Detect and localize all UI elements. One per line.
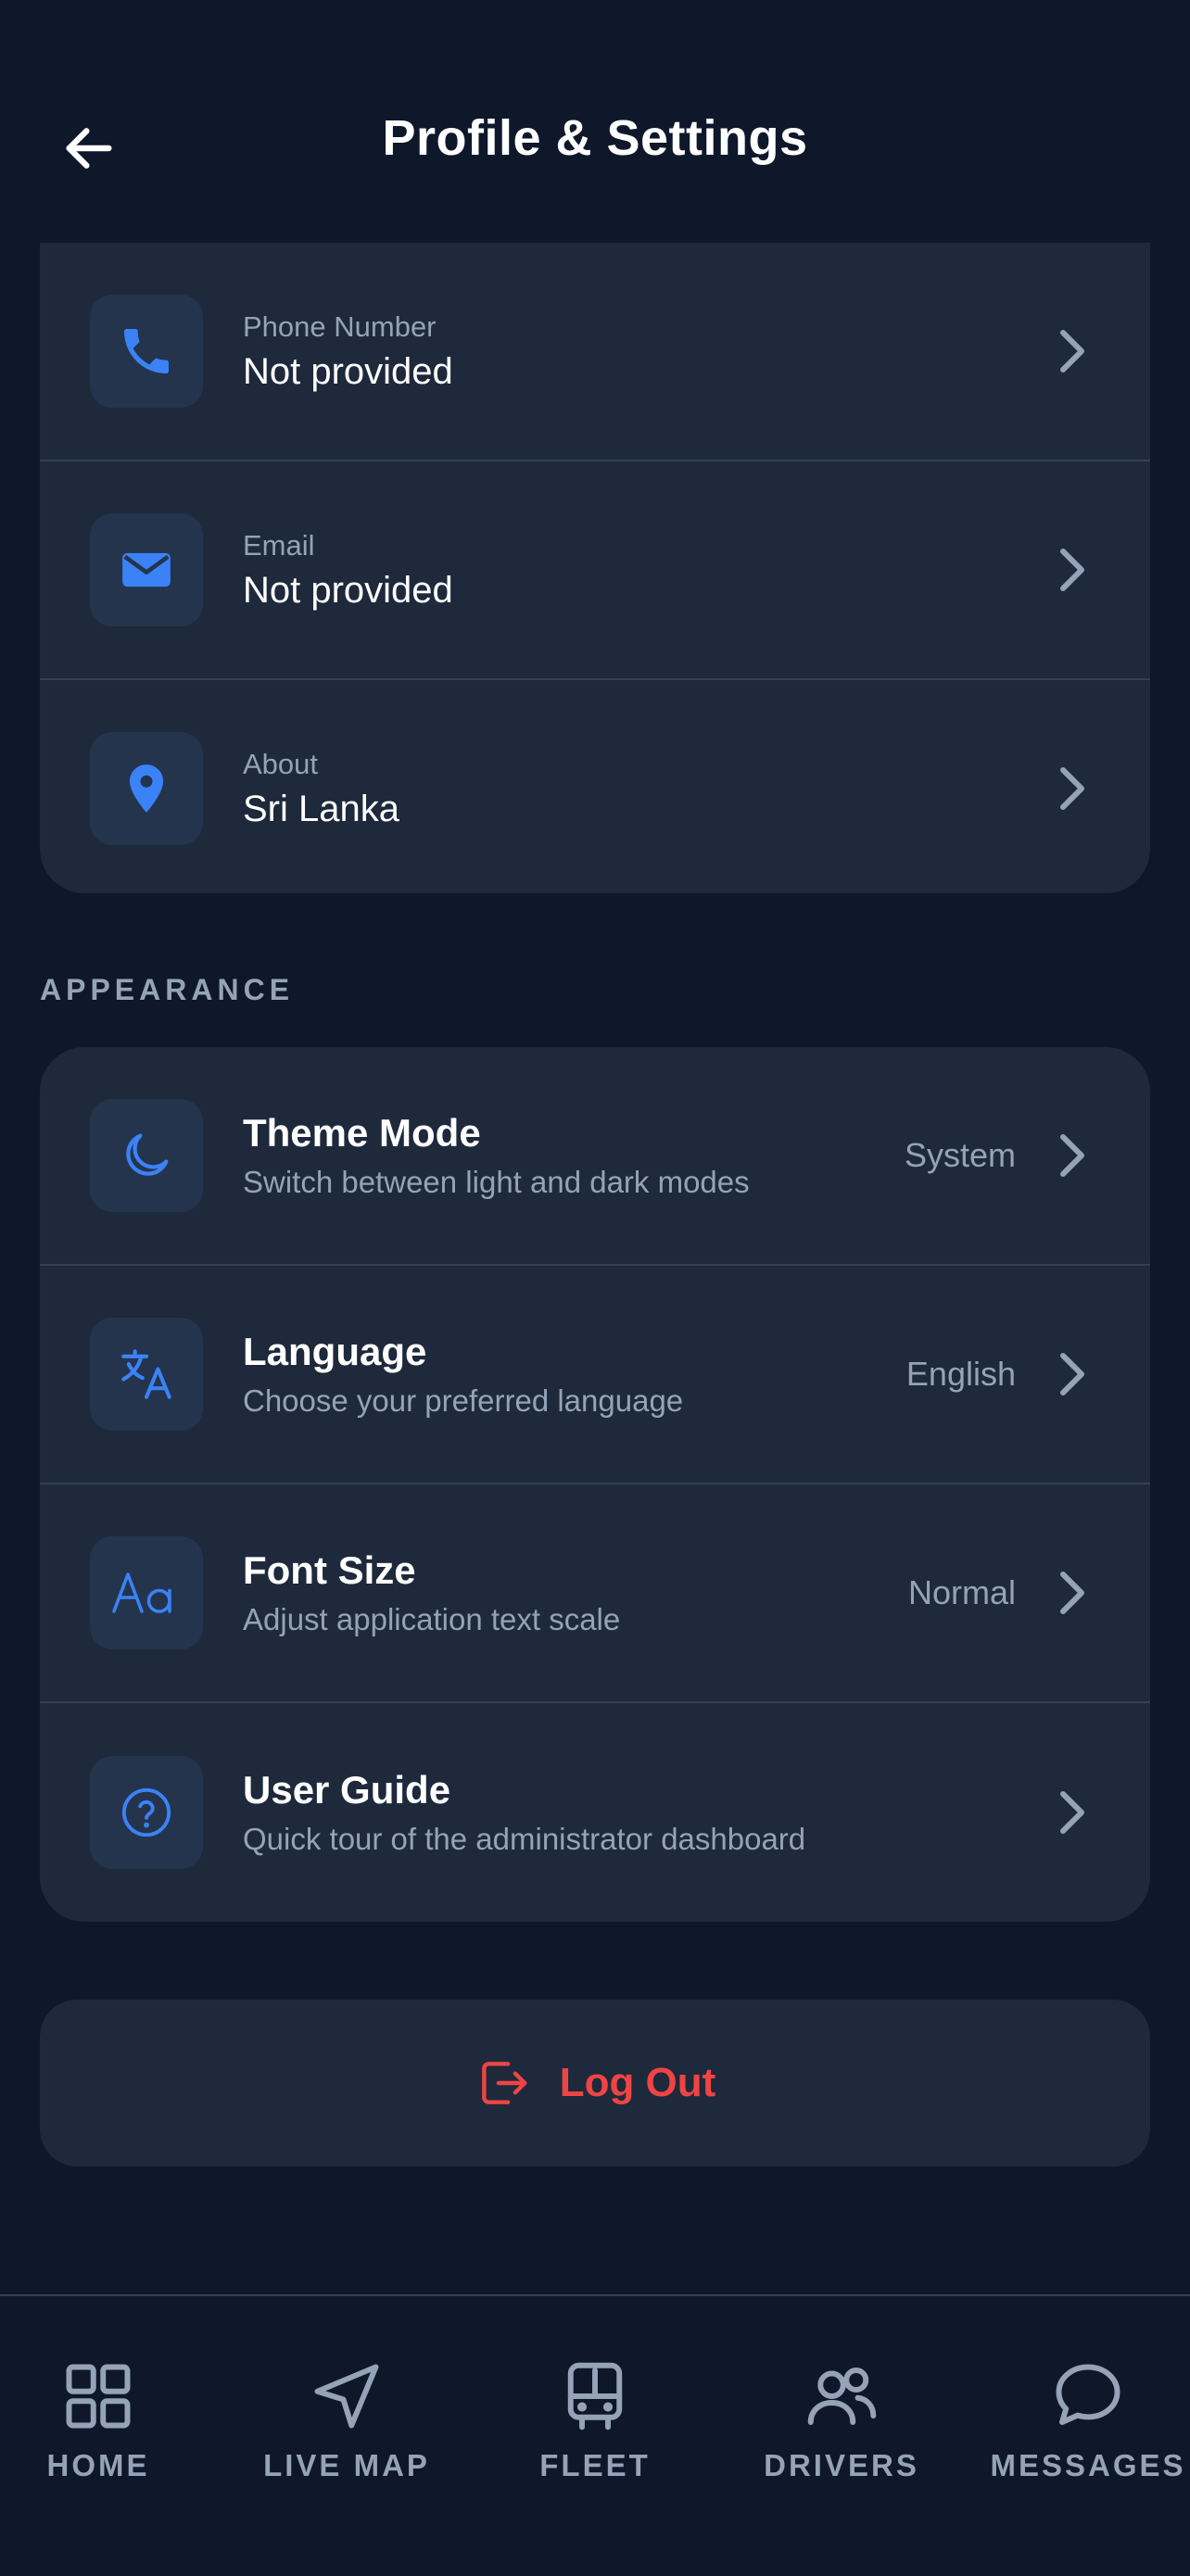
appearance-section-label: APPEARANCE [40,973,295,1006]
email-row[interactable]: Email Not provided [40,461,1150,680]
tab-home[interactable]: HOME [0,2357,217,2483]
font-size-icon [90,1536,203,1649]
chevron-right-icon [1054,763,1091,814]
chevron-right-icon [1054,1130,1091,1181]
tab-live-map[interactable]: LIVE MAP [228,2357,465,2483]
help-circle-icon [90,1756,203,1869]
theme-mode-title: Theme Mode [243,1111,481,1155]
theme-mode-subtitle: Switch between light and dark modes [243,1165,750,1199]
language-row[interactable]: Language Choose your preferred language … [40,1266,1150,1484]
chevron-right-icon [1054,1348,1091,1400]
tab-messages-label: MESSAGES [990,2448,1186,2482]
email-value: Not provided [243,569,453,611]
contact-info-card: Phone Number Not provided Email Not prov… [40,243,1150,893]
chevron-right-icon [1054,544,1091,596]
language-title: Language [243,1330,427,1373]
tab-home-label: HOME [46,2448,150,2482]
chevron-right-icon [1054,1567,1091,1619]
bottom-tab-bar: HOME LIVE MAP FLEET DRIVERS MESSAGES [0,2294,1190,2576]
bus-icon [567,2362,623,2431]
theme-mode-value: System [904,1136,1016,1174]
tab-fleet[interactable]: FLEET [476,2357,714,2483]
language-value: English [905,1355,1016,1393]
chat-bubble-icon [1056,2364,1120,2425]
tab-drivers-label: DRIVERS [764,2448,919,2482]
logout-button[interactable]: Log Out [40,2000,1150,2166]
tab-fleet-label: FLEET [539,2448,651,2482]
appearance-card: Theme Mode Switch between light and dark… [40,1047,1150,1922]
user-guide-row[interactable]: User Guide Quick tour of the administrat… [40,1703,1150,1922]
phone-number-value: Not provided [243,350,453,392]
language-subtitle: Choose your preferred language [243,1383,684,1418]
grid-icon [66,2364,131,2429]
user-guide-title: User Guide [243,1768,451,1812]
page-title: Profile & Settings [382,110,808,166]
navigation-icon [314,2364,379,2429]
font-size-row[interactable]: Font Size Adjust application text scale … [40,1484,1150,1703]
tab-drivers[interactable]: DRIVERS [723,2357,960,2483]
font-size-value: Normal [907,1573,1016,1611]
font-size-subtitle: Adjust application text scale [243,1602,621,1636]
about-row[interactable]: About Sri Lanka [40,680,1150,893]
translate-icon [90,1318,203,1431]
logout-label: Log Out [559,2060,716,2105]
mail-icon [90,513,203,626]
about-value: Sri Lanka [243,788,399,829]
moon-icon [90,1099,203,1212]
tab-messages[interactable]: MESSAGES [969,2357,1190,2483]
header: Profile & Settings [0,0,1190,241]
phone-number-label: Phone Number [243,309,437,343]
tab-live-map-label: LIVE MAP [263,2448,430,2482]
user-guide-subtitle: Quick tour of the administrator dashboar… [243,1822,806,1856]
users-icon [807,2368,877,2425]
font-size-title: Font Size [243,1548,416,1592]
location-pin-icon [90,732,203,845]
about-label: About [243,747,319,780]
email-label: Email [243,528,315,562]
chevron-right-icon [1054,1787,1091,1838]
theme-mode-row[interactable]: Theme Mode Switch between light and dark… [40,1047,1150,1266]
phone-number-row[interactable]: Phone Number Not provided [40,243,1150,461]
chevron-right-icon [1054,325,1091,377]
phone-icon [90,295,203,408]
logout-icon [481,2062,527,2104]
